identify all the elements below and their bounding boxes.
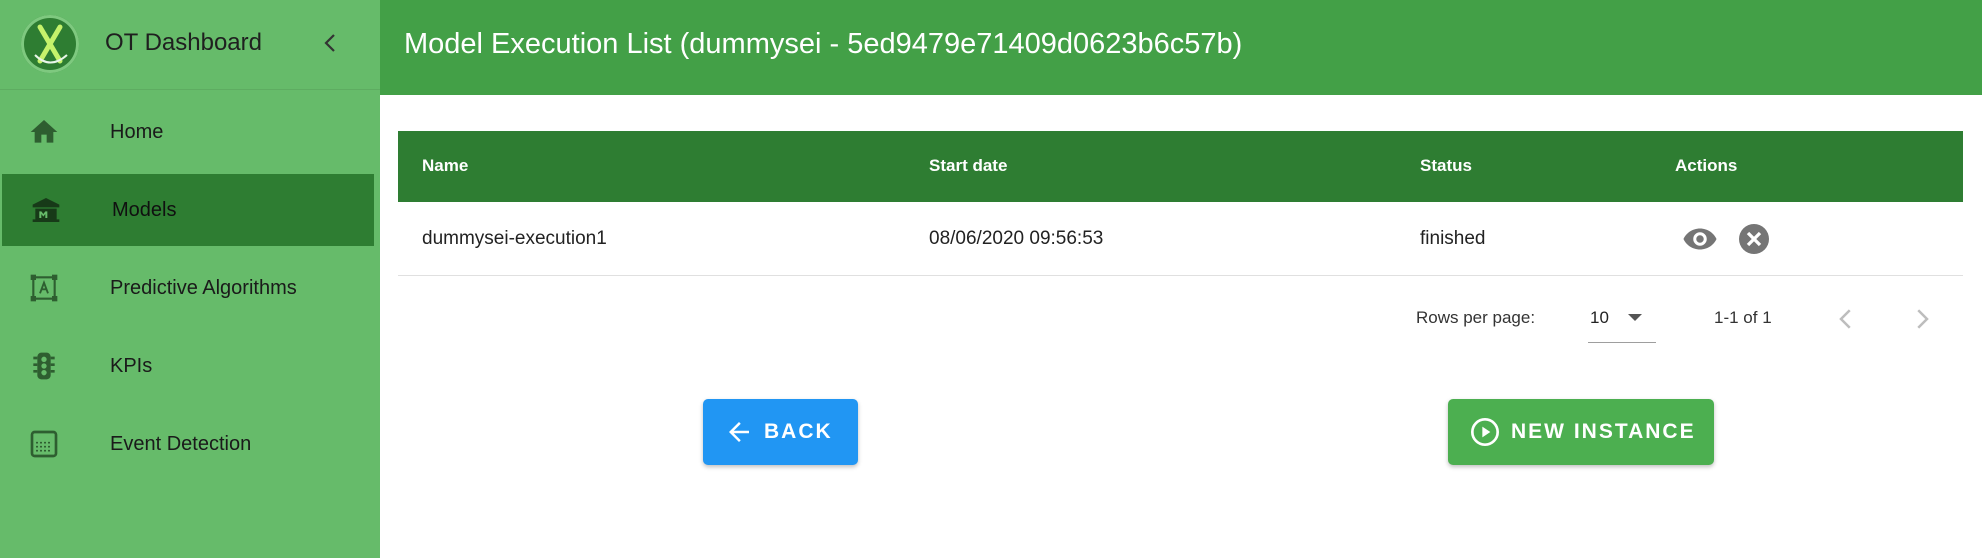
home-icon: [28, 116, 60, 148]
app-title: OT Dashboard: [105, 29, 262, 56]
cell-name: dummysei-execution1: [422, 228, 607, 249]
page-range: 1-1 of 1: [1714, 308, 1772, 327]
back-button-label: BACK: [764, 420, 833, 443]
caret-down-icon: [1628, 314, 1642, 321]
executions-table: Name Start date Status Actions dummysei-…: [398, 131, 1963, 276]
select-area-icon: [28, 272, 60, 304]
sidebar-item-models[interactable]: Models: [2, 174, 374, 246]
sidebar-item-label: Predictive Algorithms: [110, 276, 297, 299]
column-header-name[interactable]: Name: [422, 156, 468, 176]
sidebar-item-label: Models: [112, 198, 177, 221]
view-eye-icon[interactable]: [1682, 221, 1718, 257]
arrow-left-icon: [729, 422, 749, 442]
play-circle-outline-icon: [1471, 418, 1499, 446]
rows-per-page-label: Rows per page:: [1416, 308, 1536, 327]
collapse-sidebar-icon[interactable]: [318, 30, 344, 56]
cell-status: finished: [1420, 228, 1486, 249]
cell-start-date: 08/06/2020 09:56:53: [929, 228, 1104, 249]
previous-page-icon[interactable]: [1831, 304, 1861, 334]
sidebar-item-label: Event Detection: [110, 432, 252, 455]
rows-per-page-value: 10: [1590, 308, 1609, 327]
traffic-light-icon: [28, 350, 60, 382]
page-title: Model Execution List (dummysei - 5ed9479…: [404, 28, 1243, 60]
delete-close-circle-icon[interactable]: [1736, 221, 1772, 257]
table-header: Name Start date Status Actions: [398, 131, 1963, 202]
page-header: Model Execution List (dummysei - 5ed9479…: [380, 0, 1982, 95]
sidebar-item-home[interactable]: Home: [0, 96, 380, 168]
column-header-status[interactable]: Status: [1420, 156, 1472, 176]
sidebar: OT Dashboard Home Models Predictive Algo…: [0, 0, 380, 558]
sidebar-item-kpis[interactable]: KPIs: [0, 330, 380, 402]
texture-box-icon: [28, 428, 60, 460]
next-page-icon[interactable]: [1907, 304, 1937, 334]
sidebar-item-label: KPIs: [110, 354, 153, 377]
sidebar-item-predictive-algorithms[interactable]: Predictive Algorithms: [0, 252, 380, 324]
sidebar-item-label: Home: [110, 120, 164, 143]
table-row: dummysei-execution1 08/06/2020 09:56:53 …: [398, 202, 1963, 276]
new-instance-button[interactable]: NEW INSTANCE: [1448, 399, 1714, 465]
new-instance-button-label: NEW INSTANCE: [1511, 420, 1696, 443]
column-header-start-date[interactable]: Start date: [929, 156, 1007, 176]
rows-per-page-select[interactable]: 10: [1588, 298, 1656, 343]
app-logo: [21, 15, 79, 73]
back-button[interactable]: BACK: [703, 399, 858, 465]
pagination: Rows per page: 10 1-1 of 1: [398, 298, 1963, 343]
column-header-actions: Actions: [1675, 156, 1738, 175]
museum-icon: [30, 194, 62, 226]
sidebar-item-event-detection[interactable]: Event Detection: [0, 408, 380, 480]
brand-bar: OT Dashboard: [0, 0, 380, 90]
